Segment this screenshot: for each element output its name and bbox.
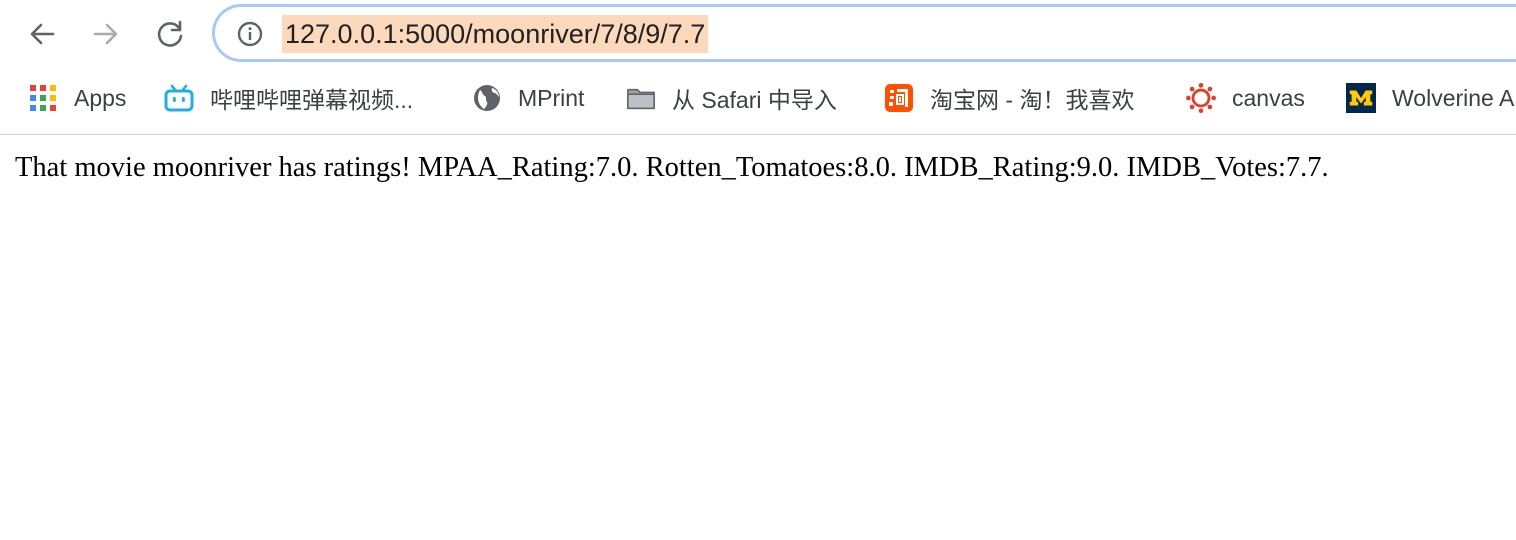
- bookmark-label: MPrint: [518, 84, 585, 111]
- block-m-icon: [1346, 83, 1376, 113]
- bookmark-label: Wolverine A: [1392, 84, 1515, 111]
- canvas-icon: [1186, 83, 1216, 113]
- back-button[interactable]: [22, 14, 62, 54]
- bookmarks-bar: Apps 哔哩哔哩弹幕视频... MPrint 从 Safari 中导入 淘宝网…: [0, 72, 1516, 124]
- taobao-icon: [884, 83, 914, 113]
- bookmark-taobao[interactable]: 淘宝网 - 淘！我喜欢: [884, 80, 1134, 116]
- folder-icon: [626, 83, 656, 113]
- bookmark-canvas[interactable]: canvas: [1186, 80, 1305, 116]
- address-bar[interactable]: 127.0.0.1:5000/moonriver/7/8/9/7.7: [212, 4, 1516, 62]
- bookmark-label: 哔哩哔哩弹幕视频...: [210, 87, 414, 113]
- browser-toolbar: 127.0.0.1:5000/moonriver/7/8/9/7.7: [0, 0, 1516, 68]
- bookmark-label: 从 Safari 中导入: [672, 87, 837, 113]
- forward-button[interactable]: [86, 14, 126, 54]
- bookmark-label: 淘宝网 - 淘！我喜欢: [930, 87, 1135, 113]
- url-text[interactable]: 127.0.0.1:5000/moonriver/7/8/9/7.7: [282, 15, 709, 53]
- arrow-left-icon: [30, 23, 55, 45]
- bilibili-tv-icon: [164, 83, 194, 113]
- globe-icon: [472, 83, 502, 113]
- bookmark-mprint[interactable]: MPrint: [472, 80, 584, 116]
- bookmark-apps[interactable]: Apps: [28, 80, 126, 116]
- info-icon[interactable]: [237, 21, 263, 47]
- bookmark-wolverine[interactable]: Wolverine A: [1346, 80, 1514, 116]
- bookmark-bilibili[interactable]: 哔哩哔哩弹幕视频...: [164, 80, 413, 116]
- reload-button[interactable]: [150, 14, 190, 54]
- ratings-message: That movie moonriver has ratings! MPAA_R…: [15, 152, 1329, 183]
- apps-grid-icon: [28, 83, 58, 113]
- bookmark-label: Apps: [74, 84, 127, 111]
- browser-chrome: 127.0.0.1:5000/moonriver/7/8/9/7.7 Apps: [0, 0, 1516, 135]
- bookmark-folder-safari[interactable]: 从 Safari 中导入: [626, 80, 837, 116]
- reload-icon: [157, 20, 183, 47]
- bookmark-label: canvas: [1232, 84, 1305, 111]
- arrow-right-icon: [93, 23, 118, 45]
